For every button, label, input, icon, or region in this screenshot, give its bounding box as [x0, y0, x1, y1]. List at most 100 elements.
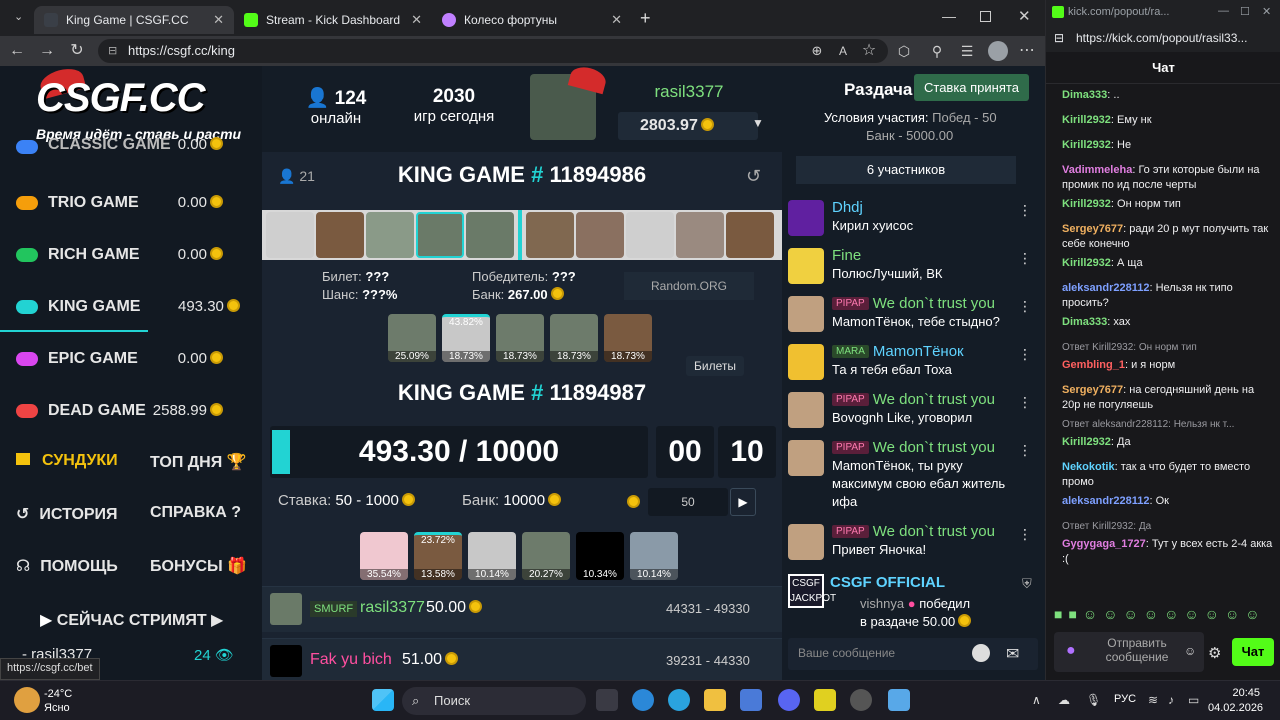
maximize-icon[interactable] — [980, 11, 991, 22]
close-tab-icon[interactable]: ✕ — [611, 12, 622, 28]
sidebar-item-king[interactable]: KING GAME — [0, 282, 148, 332]
read-aloud-icon[interactable]: A — [834, 42, 852, 60]
back-icon[interactable]: ← — [8, 42, 26, 60]
emote-bar[interactable]: ■■☺☺☺☺☺☺☺☺☺ — [1054, 606, 1274, 626]
message-menu-icon[interactable]: ⋮ — [1018, 526, 1032, 543]
tab-kick-dashboard[interactable]: Stream - Kick Dashboard ✕ — [234, 6, 432, 34]
split-screen-icon[interactable]: ⚲ — [928, 42, 946, 60]
history-link[interactable]: ↺ ИСТОРИЯ — [16, 504, 118, 524]
send-mail-icon[interactable]: ✉ — [1006, 644, 1019, 664]
message-menu-icon[interactable]: ⋮ — [1018, 298, 1032, 315]
telegram-icon[interactable] — [668, 689, 690, 711]
zoom-icon[interactable]: ⊕ — [808, 42, 826, 60]
wheel-favicon-icon — [442, 13, 456, 27]
site-logo[interactable]: CSGF.CC — [36, 76, 206, 121]
close-tab-icon[interactable]: ✕ — [411, 12, 422, 28]
forward-icon[interactable]: → — [38, 42, 56, 60]
edge-browser-icon[interactable] — [632, 689, 654, 711]
tray-icon[interactable]: ☁ — [1058, 693, 1070, 707]
help-link[interactable]: СПРАВКА ? — [150, 504, 241, 522]
close-tab-icon[interactable]: ✕ — [213, 12, 224, 28]
minimize-icon[interactable]: — — [1218, 5, 1229, 17]
weather-icon[interactable] — [14, 687, 40, 713]
tray-chevron-icon[interactable]: ∧ — [1032, 693, 1041, 707]
kick-url[interactable]: https://kick.com/popout/rasil33... — [1076, 31, 1247, 45]
giveaway-participants[interactable]: 6 участников — [796, 156, 1016, 184]
more-menu-icon[interactable]: ⋯ — [1018, 42, 1036, 60]
kick-send-input[interactable]: ● Отправить сообщение ☺ — [1054, 632, 1204, 672]
settings-gear-icon[interactable]: ⚙ — [1208, 644, 1221, 662]
random-org-link[interactable]: Random.ORG — [624, 272, 754, 300]
sidebar-item-classic[interactable]: CLASSIC GAME 0.00 — [0, 132, 255, 162]
store-icon[interactable] — [740, 689, 762, 711]
message-menu-icon[interactable]: ⋮ — [1018, 442, 1032, 459]
site-info-icon[interactable]: ⊟ — [1054, 31, 1064, 45]
chat-panel: Раздача: Ставка принята Условия участия:… — [782, 66, 1045, 680]
next-game-title: KING GAME # 11894987 — [397, 380, 647, 405]
url-text: https://csgf.cc/king — [128, 43, 235, 58]
clock[interactable]: 20:45 04.02.2026 — [1208, 686, 1263, 716]
bet-amount-input[interactable]: 50 — [648, 488, 728, 516]
bet-player-name[interactable]: rasil3377 — [360, 599, 425, 617]
emoji-icon[interactable] — [972, 644, 990, 662]
sidebar-item-trio[interactable]: TRIO GAME 0.00 — [0, 178, 255, 228]
mic-icon[interactable]: 🎙 — [1086, 693, 1101, 707]
bet-player-name[interactable]: Fak yu bich — [310, 651, 392, 669]
site-info-icon[interactable]: ⊟ — [108, 39, 117, 63]
chests-link[interactable]: СУНДУКИ — [16, 452, 118, 470]
sidebar-item-rich[interactable]: RICH GAME 0.00 — [0, 230, 255, 280]
minimize-icon[interactable]: — — [942, 8, 956, 24]
history-icon[interactable]: ↺ — [746, 166, 761, 187]
support-link[interactable]: ☊ ПОМОЩЬ — [16, 556, 118, 576]
kick-message: Gygygaga_1727: Тут у всех есть 2-4 акка … — [1062, 538, 1273, 565]
message-menu-icon[interactable]: ⋮ — [1018, 394, 1032, 411]
wifi-icon[interactable]: ≋ — [1148, 693, 1158, 707]
app-icon[interactable] — [814, 689, 836, 711]
sidebar-item-epic[interactable]: EPIC GAME 0.00 — [0, 334, 255, 384]
notepad-icon[interactable] — [888, 689, 910, 711]
balance-dropdown-icon[interactable]: ▼ — [752, 116, 764, 130]
message-menu-icon[interactable]: ⋮ — [1018, 250, 1032, 267]
user-avatar — [788, 392, 824, 428]
tab-title: Stream - Kick Dashboard — [266, 13, 401, 27]
weather-widget[interactable]: -24°C Ясно — [44, 687, 72, 715]
tab-wheel[interactable]: Колесо фортуны ✕ — [432, 6, 632, 34]
battery-icon[interactable]: ▭ — [1188, 693, 1199, 707]
favorites-icon[interactable]: ☰ — [958, 42, 976, 60]
sidebar-item-dead[interactable]: DEAD GAME 2588.99 — [0, 386, 255, 436]
discord-icon[interactable] — [778, 689, 800, 711]
windows-taskbar: -24°C Ясно ⌕ Поиск ∧ ☁ 🎙 РУС ≋ ♪ ▭ 20:45… — [0, 680, 1280, 720]
close-window-icon[interactable]: ✕ — [1018, 7, 1031, 25]
kick-chat-send-button[interactable]: Чат — [1232, 638, 1274, 666]
windows-start-icon[interactable] — [372, 689, 394, 711]
address-bar: ← → ↻ ⊟ https://csgf.cc/king ⊕ A ☆ ⬡ ⚲ ☰… — [0, 36, 1045, 66]
player-avatar — [366, 212, 414, 258]
taskbar-search[interactable]: ⌕ Поиск — [402, 687, 586, 715]
kick-reply-quote: Ответ Kirill2932: Да — [1062, 521, 1152, 532]
new-tab-icon[interactable]: + — [640, 8, 651, 29]
top-day-link[interactable]: ТОП ДНЯ 🏆 — [150, 452, 247, 472]
file-explorer-icon[interactable] — [704, 689, 726, 711]
close-window-icon[interactable]: ✕ — [1262, 5, 1271, 18]
bonus-link[interactable]: БОНУСЫ 🎁 — [150, 556, 247, 576]
header-username[interactable]: rasil3377 — [602, 82, 776, 102]
reload-icon[interactable]: ↻ — [68, 42, 86, 60]
tab-king-game[interactable]: King Game | CSGF.CC ✕ — [34, 6, 234, 34]
task-view-icon[interactable] — [596, 689, 618, 711]
profile-avatar[interactable] — [988, 41, 1008, 61]
message-menu-icon[interactable]: ⋮ — [1018, 346, 1032, 363]
obs-icon[interactable] — [850, 689, 872, 711]
balance-display[interactable]: 2803.97▼ — [618, 112, 856, 140]
coin-icon — [210, 247, 223, 260]
official-prize-line: в раздаче 50.00 — [860, 614, 972, 629]
tab-menu-icon[interactable]: ⌄ — [14, 10, 23, 23]
extensions-icon[interactable]: ⬡ — [895, 42, 913, 60]
language-indicator[interactable]: РУС — [1114, 693, 1136, 705]
maximize-icon[interactable]: ☐ — [1240, 5, 1250, 18]
message-menu-icon[interactable]: ⋮ — [1018, 202, 1032, 219]
chat-input[interactable]: Ваше сообщение — [798, 646, 895, 660]
favorite-star-icon[interactable]: ☆ — [860, 42, 878, 60]
volume-icon[interactable]: ♪ — [1168, 693, 1174, 707]
url-field[interactable]: ⊟ https://csgf.cc/king — [98, 39, 888, 63]
place-bet-button[interactable]: ▶ — [730, 488, 756, 516]
